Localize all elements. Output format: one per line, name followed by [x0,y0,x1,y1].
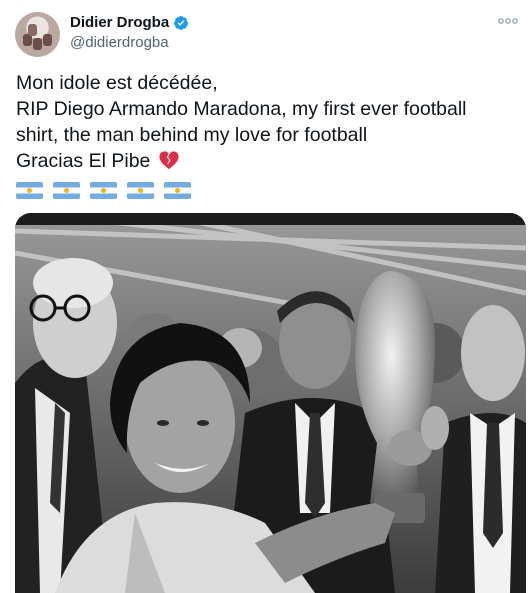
author-name-row[interactable]: Didier Drogba [70,14,189,31]
argentina-flag-icon [90,182,117,199]
tweet-text-last-line: Gracias El Pibe [16,148,516,174]
author-handle[interactable]: @didierdrogba [70,34,169,51]
flag-emoji-row [16,182,191,199]
tweet-text: Mon idole est décédée, RIP Diego Armando… [16,70,516,174]
argentina-flag-icon [53,182,80,199]
tweet-photo[interactable] [15,213,526,593]
argentina-flag-icon [127,182,154,199]
tweet-text-line: Mon idole est décédée, [16,72,218,94]
avatar[interactable] [15,12,60,57]
broken-heart-icon [159,151,179,170]
tweet-text-line: shirt, the man behind my love for footba… [16,124,368,146]
argentina-flag-icon [16,182,43,199]
author-display-name[interactable]: Didier Drogba [70,14,169,31]
verified-badge-icon [174,15,189,30]
argentina-flag-icon [164,182,191,199]
more-options-icon[interactable] [498,12,518,30]
tweet-text-line: Gracias El Pibe [16,150,151,172]
tweet-text-line: RIP Diego Armando Maradona, my first eve… [16,98,467,120]
